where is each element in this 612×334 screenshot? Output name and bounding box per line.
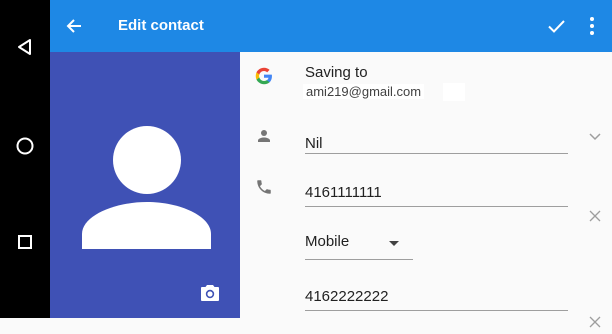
nav-home-button[interactable] (0, 126, 50, 166)
contact-avatar-icon (82, 126, 211, 249)
person-icon-wrap (250, 122, 278, 150)
save-button[interactable] (536, 6, 576, 46)
phone-1-underline (305, 206, 568, 207)
phone-icon-wrap (250, 173, 278, 201)
phone-type-value: Mobile (305, 233, 350, 250)
dropdown-arrow-icon (389, 241, 399, 246)
arrow-back-icon (66, 19, 81, 33)
app-bar: Edit contact (50, 0, 612, 52)
nav-recents-button[interactable] (0, 222, 50, 262)
remove-phone-2-button[interactable] (583, 310, 607, 334)
google-g-icon (255, 67, 272, 85)
phone-number-field-2[interactable]: 4162222222 (305, 288, 388, 305)
system-nav-bar (0, 0, 50, 318)
phone-type-dropdown[interactable]: Mobile (305, 230, 413, 260)
phone-number-field-1[interactable]: 4161111111 (305, 184, 382, 201)
email-highlight (443, 83, 465, 101)
nav-back-button[interactable] (0, 27, 50, 67)
nav-recents-icon (18, 235, 32, 249)
remove-phone-1-button[interactable] (583, 204, 607, 228)
contact-photo-panel[interactable] (50, 52, 240, 318)
name-field-underline (305, 153, 568, 154)
name-field[interactable]: Nil (305, 135, 323, 152)
more-vert-icon (590, 17, 594, 35)
close-icon (589, 210, 601, 222)
account-label: Saving to (305, 64, 368, 81)
check-icon (548, 20, 565, 33)
account-icon-wrap (250, 62, 278, 90)
expand-name-button[interactable] (583, 125, 607, 149)
page-title: Edit contact (118, 17, 204, 34)
account-email: ami219@gmail.com (303, 84, 425, 99)
contact-form: Saving to ami219@gmail.com Nil 416111111… (240, 52, 612, 328)
more-options-button[interactable] (572, 6, 612, 46)
chevron-down-icon (589, 133, 601, 141)
camera-icon (201, 285, 219, 301)
phone-type-underline (305, 259, 413, 260)
nav-home-icon (16, 137, 34, 155)
phone-2-underline (305, 310, 568, 311)
nav-back-icon (18, 39, 31, 55)
change-photo-button[interactable] (198, 281, 222, 305)
phone-icon (257, 180, 271, 194)
person-icon (258, 130, 270, 142)
back-button[interactable] (54, 6, 94, 46)
